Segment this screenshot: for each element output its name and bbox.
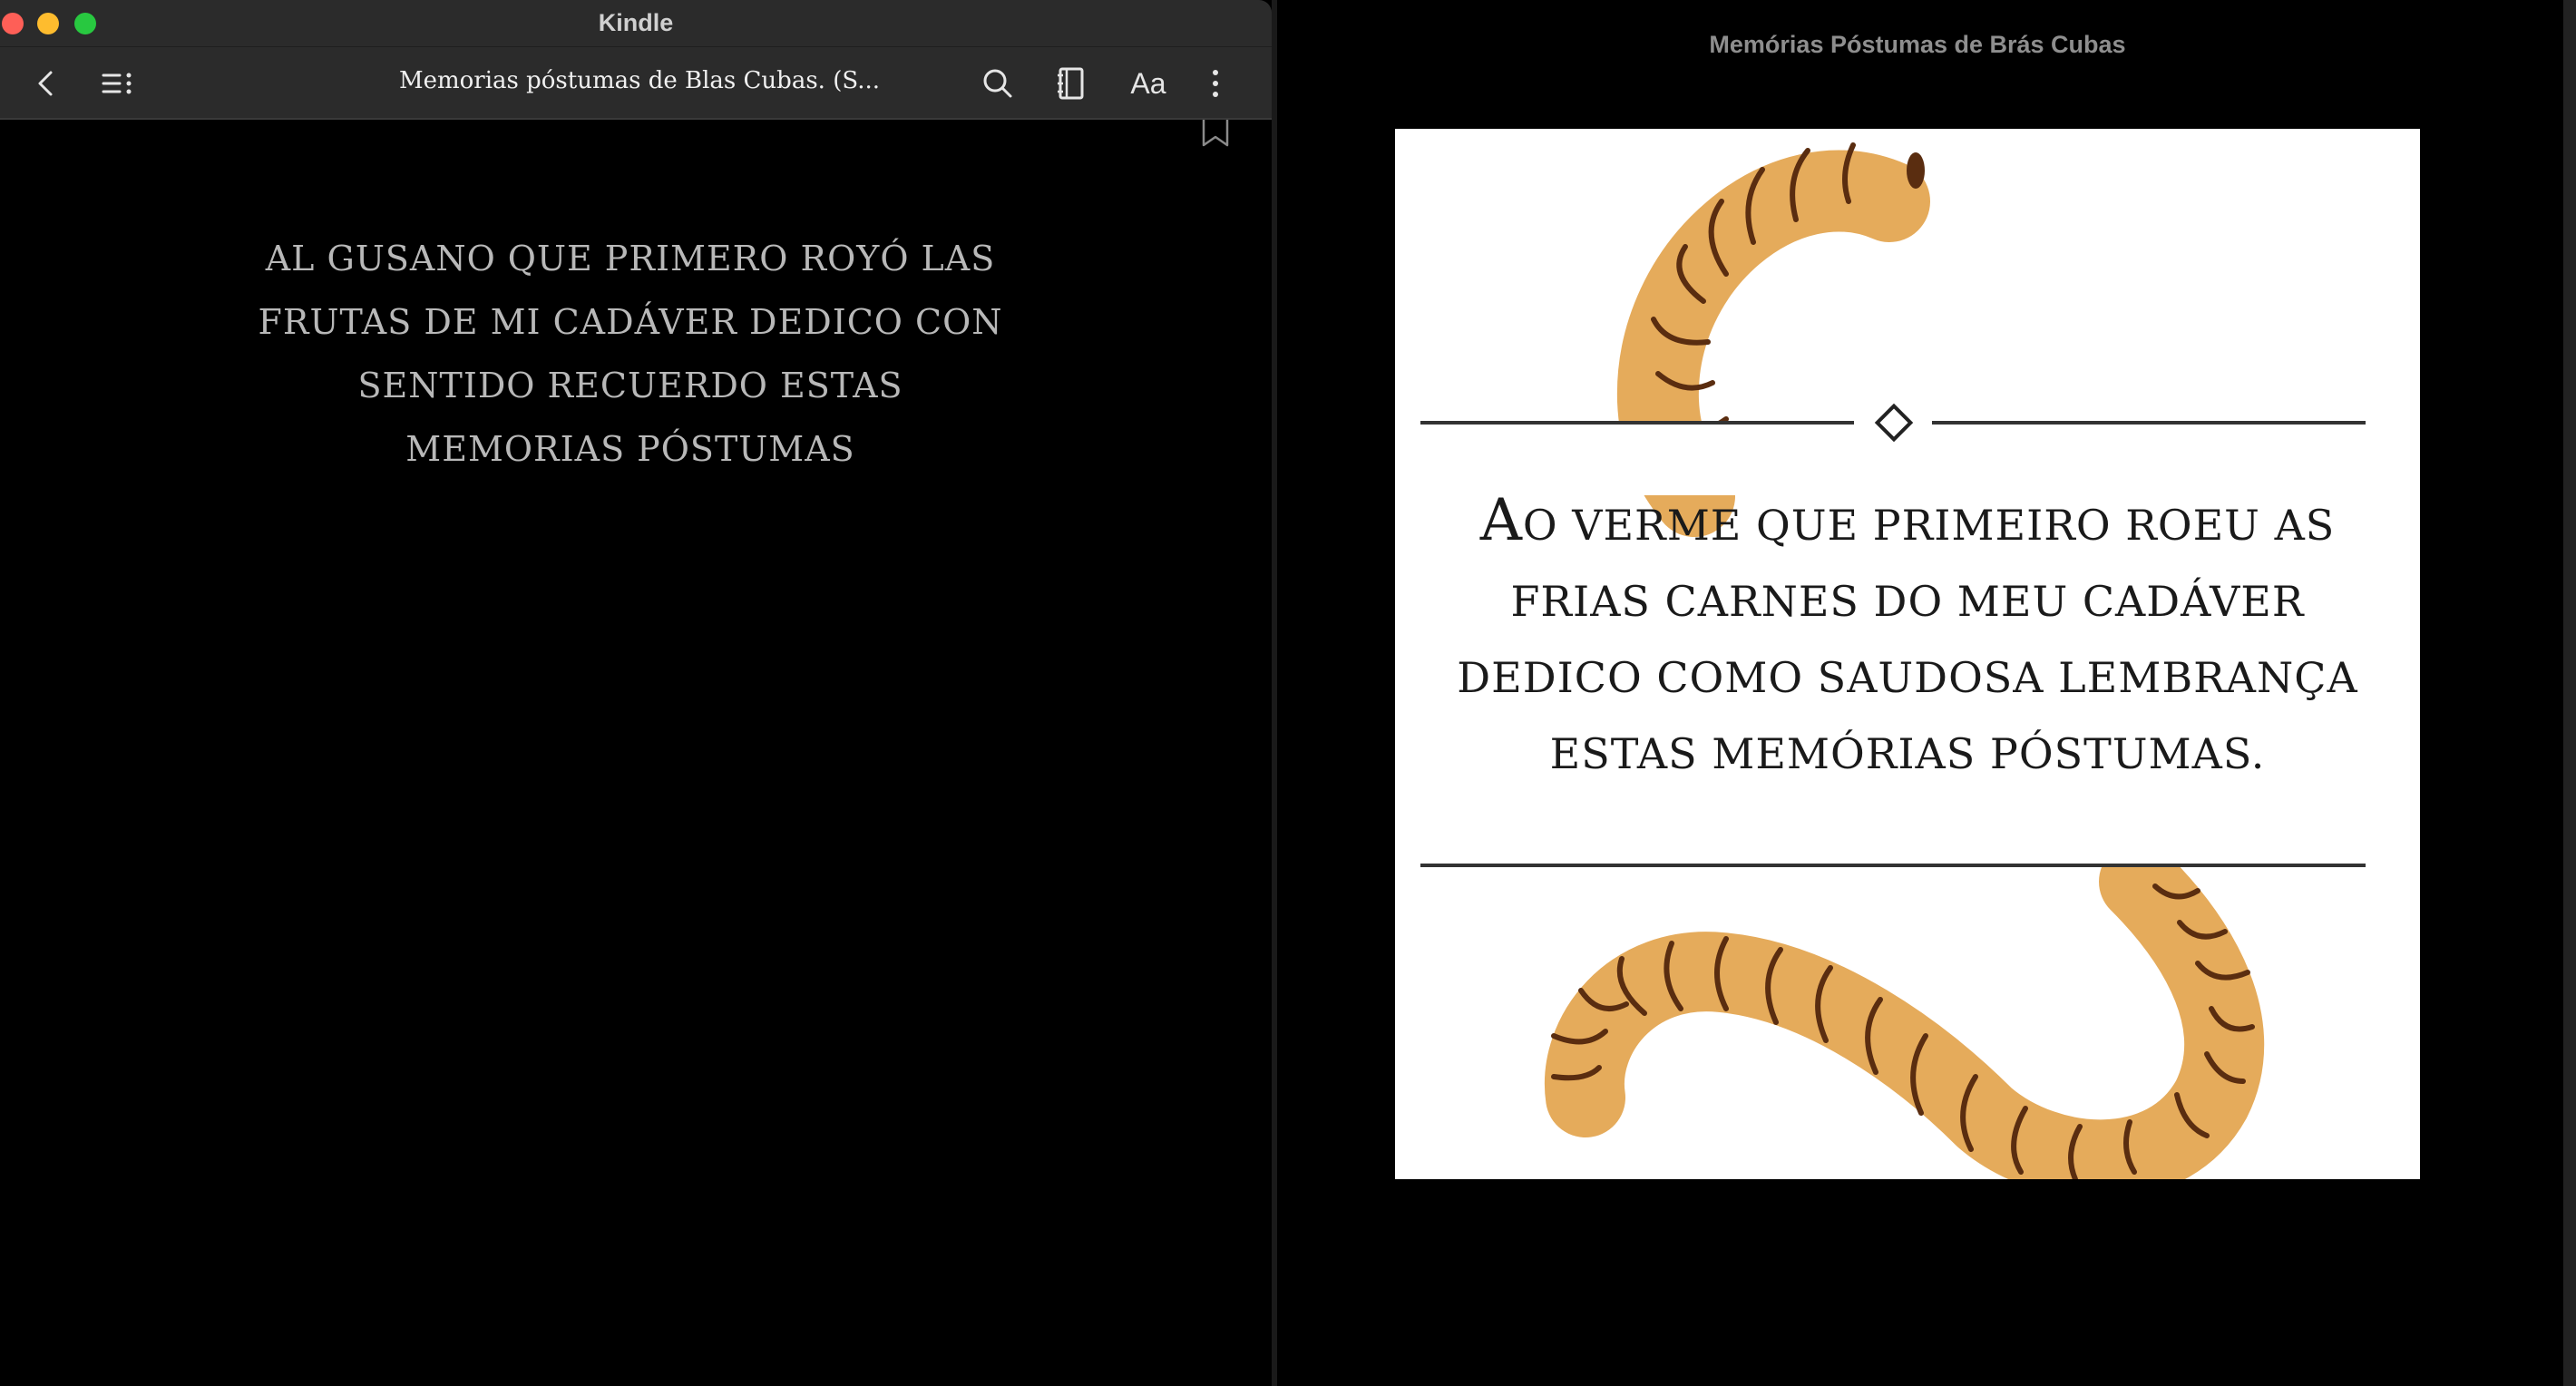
dedication-text: AL GUSANO QUE PRIMERO ROYÓ LAS FRUTAS DE… [258, 239, 1003, 469]
title-bar: Kindle [0, 0, 1272, 47]
search-icon [983, 69, 1012, 98]
dedication-text-portuguese: AO VERME QUE PRIMEIRO ROEU AS FRIAS CARN… [1431, 483, 2384, 792]
bookmark-icon[interactable] [1201, 120, 1230, 149]
reader-toolbar: Memorias póstumas de Blas Cubas. (S... A… [0, 47, 1272, 120]
notebook-icon [1058, 67, 1084, 100]
window-title: Kindle [598, 9, 674, 36]
more-options-button[interactable] [1194, 62, 1237, 105]
table-of-contents-icon [102, 73, 132, 94]
table-of-contents-button[interactable] [96, 62, 140, 105]
book-page: AO VERME QUE PRIMEIRO ROEU AS FRIAS CARN… [1395, 129, 2420, 1179]
search-button[interactable] [976, 62, 1020, 105]
kindle-window: Kindle Memorias póstumas de Blas Cubas. … [0, 0, 1272, 1386]
back-icon [38, 71, 53, 96]
font-settings-button[interactable]: Aa [1121, 62, 1176, 105]
book-title: Memorias póstumas de Blas Cubas. (S... [398, 67, 881, 94]
back-button[interactable] [24, 62, 67, 105]
more-icon [1213, 70, 1218, 97]
preview-window: Memórias Póstumas de Brás Cubas AO VERME… [1277, 0, 2576, 1386]
preview-window-title: Memórias Póstumas de Brás Cubas [1709, 31, 2126, 58]
drop-initial: A [1479, 487, 1523, 554]
dedication-body: O VERME QUE PRIMEIRO ROEU AS FRIAS CARNE… [1457, 501, 2358, 778]
window-edge [2563, 0, 2576, 1386]
notebook-button[interactable] [1049, 62, 1092, 105]
